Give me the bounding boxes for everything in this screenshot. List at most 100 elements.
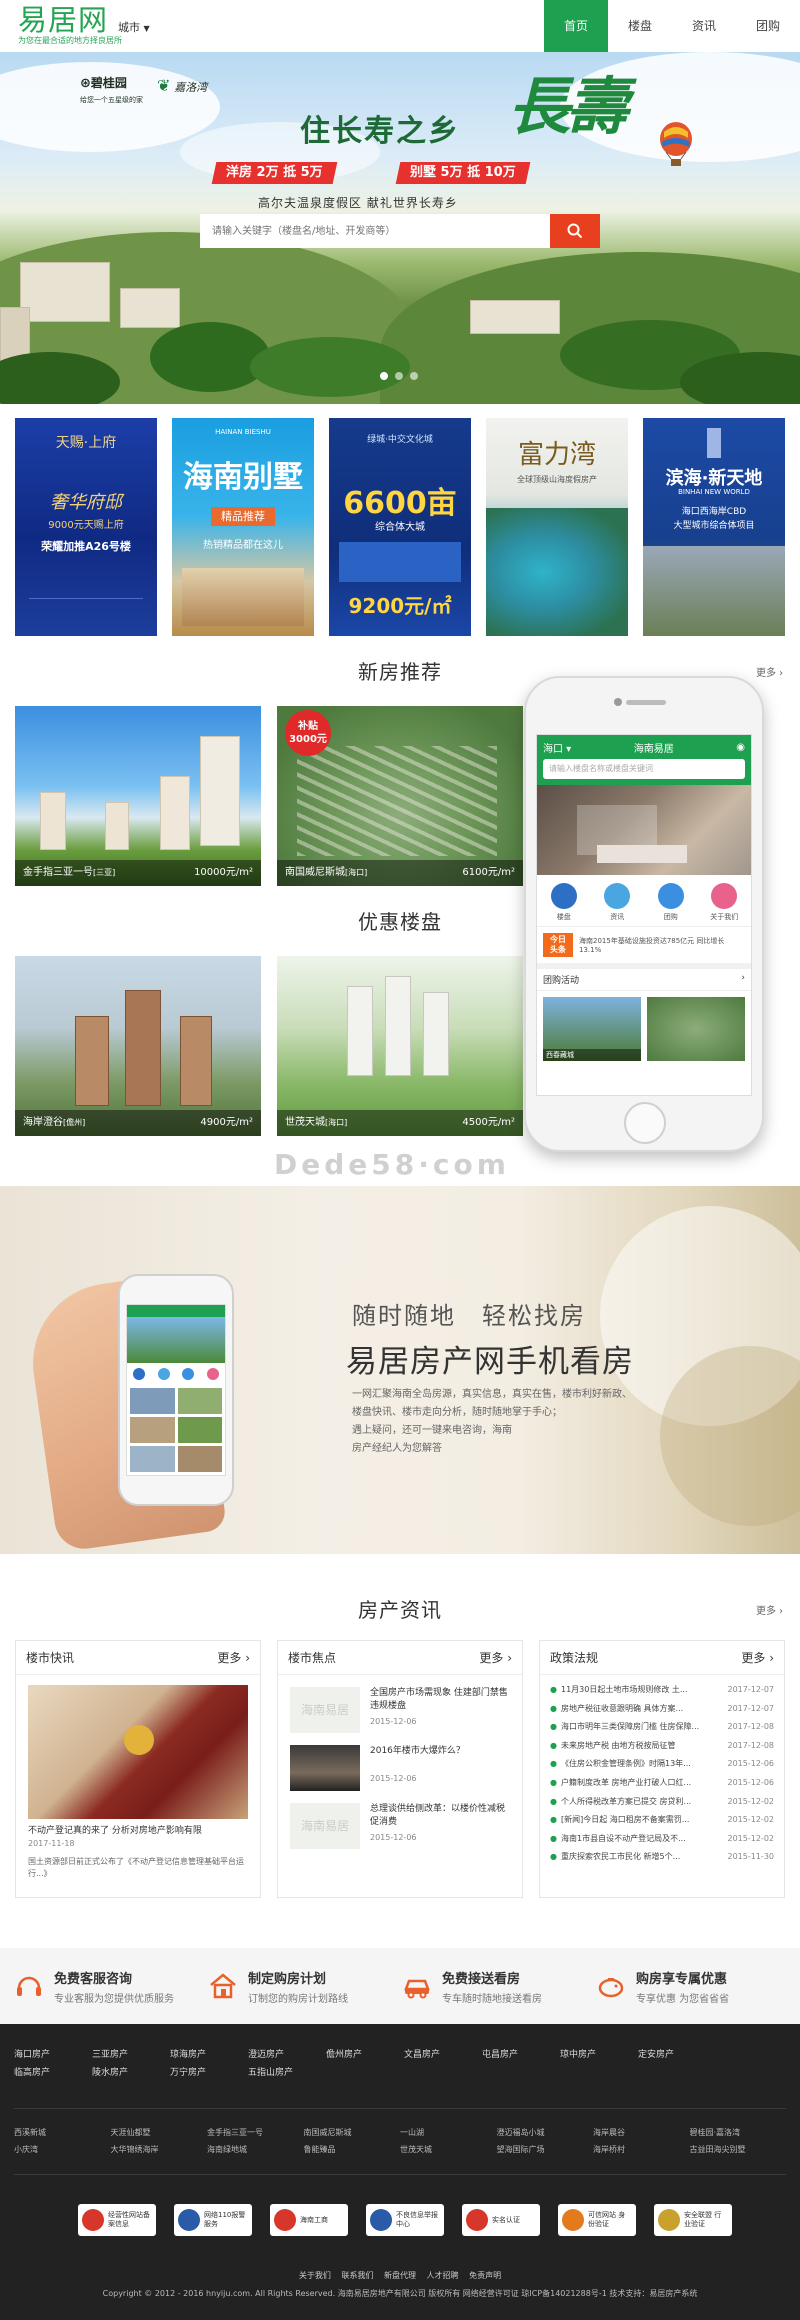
user-icon[interactable]: ◉: [736, 742, 745, 753]
phone-city[interactable]: 海口 ▾: [543, 740, 571, 755]
service-discount[interactable]: 购房享专属优惠 专享优惠 为您省省省: [596, 1968, 786, 2005]
list-item[interactable]: ● 未来房地产税 由地方税按局征管 2017-12-08: [550, 1737, 774, 1756]
city-switcher[interactable]: 城市 ▼: [118, 19, 150, 35]
footer-project-link[interactable]: 海南绿地城: [207, 2141, 304, 2158]
phone-icon-news[interactable]: 资讯: [597, 883, 637, 922]
footer-project-link[interactable]: 澄迈福岛小城: [497, 2124, 594, 2141]
footer-project-link[interactable]: 碧桂园·嘉洛湾: [690, 2124, 787, 2141]
more-link[interactable]: 更多 ›: [741, 1649, 774, 1666]
footer-bottom-link[interactable]: 关于我们: [299, 2271, 331, 2280]
banner-dot[interactable]: [410, 372, 418, 380]
more-link[interactable]: 更多 ›: [217, 1649, 250, 1666]
footer-city-link[interactable]: 定安房产: [638, 2046, 716, 2064]
list-item[interactable]: ● 《住房公积金管理条例》时隔13年... 2015-12-06: [550, 1755, 774, 1774]
nav-listings[interactable]: 楼盘: [608, 0, 672, 52]
trust-badge[interactable]: 可信网站 身份验证: [558, 2204, 636, 2236]
footer-city-link[interactable]: 五指山房产: [248, 2064, 326, 2082]
more-link[interactable]: 更多 ›: [756, 664, 783, 679]
service-consult[interactable]: 免费客服咨询 专业客服为您提供优质服务: [14, 1968, 204, 2005]
trust-badge[interactable]: 安全联盟 行业验证: [654, 2204, 732, 2236]
trust-badge[interactable]: 海南工商: [270, 2204, 348, 2236]
listing-card[interactable]: 金手指三亚一号[三亚] 10000元/m²: [15, 706, 261, 886]
phone-thumb[interactable]: 西春藏城: [543, 997, 641, 1061]
ad-greentown[interactable]: 绿城·中交文化城 6600亩 综合体大城 9200元/㎡: [329, 418, 471, 636]
list-item[interactable]: ● 重庆探索农民工市民化 新增5个... 2015-11-30: [550, 1848, 774, 1867]
news-image-certificate[interactable]: [28, 1685, 248, 1819]
footer-city-link[interactable]: 澄迈房产: [248, 2046, 326, 2064]
trust-badge[interactable]: 实名认证: [462, 2204, 540, 2236]
footer-project-link[interactable]: 世茂天城: [400, 2141, 497, 2158]
phone-icon-groupbuy[interactable]: 团购: [651, 883, 691, 922]
phone-group-header[interactable]: 团购活动 ›: [537, 969, 751, 991]
listing-card[interactable]: 补贴3000元 南国威尼斯城[海口] 6100元/m²: [277, 706, 523, 886]
list-item[interactable]: ● 海南1市县自设不动产登记局及不... 2015-12-02: [550, 1830, 774, 1849]
more-link[interactable]: 更多 ›: [756, 1602, 783, 1617]
footer-project-link[interactable]: 小庆湾: [14, 2141, 111, 2158]
news-focus-item[interactable]: 海南易居 全国房产市场需现象 住建部门禁售违规楼盘 2015-12-06: [278, 1675, 522, 1733]
banner-dot[interactable]: [395, 372, 403, 380]
banner-search-input[interactable]: [200, 214, 550, 248]
list-item[interactable]: ● 海口市明年三类保障房门槛 住房保障... 2017-12-08: [550, 1718, 774, 1737]
news-item-title[interactable]: 不动产登记真的来了 分析对房地产影响有限: [16, 1819, 260, 1836]
footer-city-link[interactable]: 临高房产: [14, 2064, 92, 2082]
nav-news[interactable]: 资讯: [672, 0, 736, 52]
card-caption: 金手指三亚一号[三亚] 10000元/m²: [15, 860, 261, 886]
trust-badge[interactable]: 经营性网站备案信息: [78, 2204, 156, 2236]
ad-hainan-villa[interactable]: HAINAN BIESHU 海南别墅 精品推荐 热销精品都在这儿: [172, 418, 314, 636]
ad-binhai-newworld[interactable]: 滨海·新天地 BINHAI NEW WORLD 海口西海岸CBD 大型城市综合体…: [643, 418, 785, 636]
nav-home[interactable]: 首页: [544, 0, 608, 52]
report-icon: [370, 2209, 392, 2231]
banner-dot[interactable]: [380, 372, 388, 380]
phone-icon-about[interactable]: 关于我们: [704, 883, 744, 922]
footer-bottom-link[interactable]: 联系我们: [341, 2271, 373, 2280]
trust-badge[interactable]: 不良信息举报中心: [366, 2204, 444, 2236]
footer-project-link[interactable]: 鲁能臻品: [304, 2141, 401, 2158]
site-logo[interactable]: 易居网 为您在最合适的地方择良居所: [18, 4, 122, 46]
service-plan[interactable]: 制定购房计划 订制您的购房计划路线: [208, 1968, 398, 2005]
footer-city-link[interactable]: 文昌房产: [404, 2046, 482, 2064]
footer-city-link[interactable]: 儋州房产: [326, 2046, 404, 2064]
footer-project-link[interactable]: 南国威尼斯城: [304, 2124, 401, 2141]
footer-bottom-link[interactable]: 免责声明: [469, 2271, 501, 2280]
footer-project-link[interactable]: 西溪新城: [14, 2124, 111, 2141]
service-pickup[interactable]: 免费接送看房 专车随时随地接送看房: [402, 1968, 592, 2005]
banner-search-button[interactable]: [550, 214, 600, 248]
footer-project-link[interactable]: 望海国际广场: [497, 2141, 594, 2158]
phone-slide[interactable]: [537, 785, 751, 875]
trust-badge[interactable]: 网络110报警服务: [174, 2204, 252, 2236]
footer-city-link[interactable]: 屯昌房产: [482, 2046, 560, 2064]
list-item[interactable]: ● 11月30日起土地市场规则修改 土... 2017-12-07: [550, 1681, 774, 1700]
phone-headline[interactable]: 今日 头条 海南2015年基础设施投资达785亿元 同比增长 13.1%: [537, 926, 751, 969]
footer-city-link[interactable]: 陵水房产: [92, 2064, 170, 2082]
list-item[interactable]: ● 房地产税征收意跟明确 具体方案... 2017-12-07: [550, 1700, 774, 1719]
ad-fuliwan[interactable]: 富力湾 全球顶级山海度假房产: [486, 418, 628, 636]
footer-city-link[interactable]: 万宁房产: [170, 2064, 248, 2082]
footer-project-link[interactable]: 海岸桥村: [593, 2141, 690, 2158]
footer-project-link[interactable]: 海岸晨谷: [593, 2124, 690, 2141]
footer-city-link[interactable]: 海口房产: [14, 2046, 92, 2064]
footer-project-link[interactable]: 天涯仙都墅: [111, 2124, 208, 2141]
footer-bottom-link[interactable]: 新盘代理: [384, 2271, 416, 2280]
news-focus-item[interactable]: 海南易居 总理谈供给侧改革：以楼价性减税促消费 2015-12-06: [278, 1791, 522, 1849]
ad-tiancishangfu[interactable]: 天赐·上府 奢华府邸 9000元天赐上府 荣耀加推A26号楼: [15, 418, 157, 636]
news-focus-item[interactable]: 2016年楼市大爆炸么？ 2015-12-06: [278, 1733, 522, 1791]
footer-city-link[interactable]: 琼海房产: [170, 2046, 248, 2064]
phone-search-input[interactable]: 请输入楼盘名称或楼盘关键词: [543, 759, 745, 779]
footer-project-link[interactable]: 古益田海尖别墅: [690, 2141, 787, 2158]
list-item[interactable]: ● [新闻]今日起 海口租房不备案需罚... 2015-12-02: [550, 1811, 774, 1830]
list-item[interactable]: ● 个人所得税改革方案已提交 房贷利... 2015-12-02: [550, 1793, 774, 1812]
phone-thumb[interactable]: [647, 997, 745, 1061]
footer-project-link[interactable]: 一山湖: [400, 2124, 497, 2141]
nav-groupbuy[interactable]: 团购: [736, 0, 800, 52]
footer-city-link[interactable]: 琼中房产: [560, 2046, 638, 2064]
listing-card[interactable]: 海岸澄谷[儋州] 4900元/m²: [15, 956, 261, 1136]
more-link[interactable]: 更多 ›: [479, 1649, 512, 1666]
list-item[interactable]: ● 户籍制度改革 房地产业打破人口红... 2015-12-06: [550, 1774, 774, 1793]
footer-bottom-link[interactable]: 人才招聘: [427, 2271, 459, 2280]
footer-city-link[interactable]: 三亚房产: [92, 2046, 170, 2064]
listing-card[interactable]: 世茂天城[海口] 4500元/m²: [277, 956, 523, 1136]
phone-icon-listings[interactable]: 楼盘: [544, 883, 584, 922]
footer-project-link[interactable]: 金手指三亚一号: [207, 2124, 304, 2141]
news-column-market: 楼市快讯 更多 › 不动产登记真的来了 分析对房地产影响有限 2017-11-1…: [15, 1640, 261, 1898]
footer-project-link[interactable]: 大华锦绣海岸: [111, 2141, 208, 2158]
